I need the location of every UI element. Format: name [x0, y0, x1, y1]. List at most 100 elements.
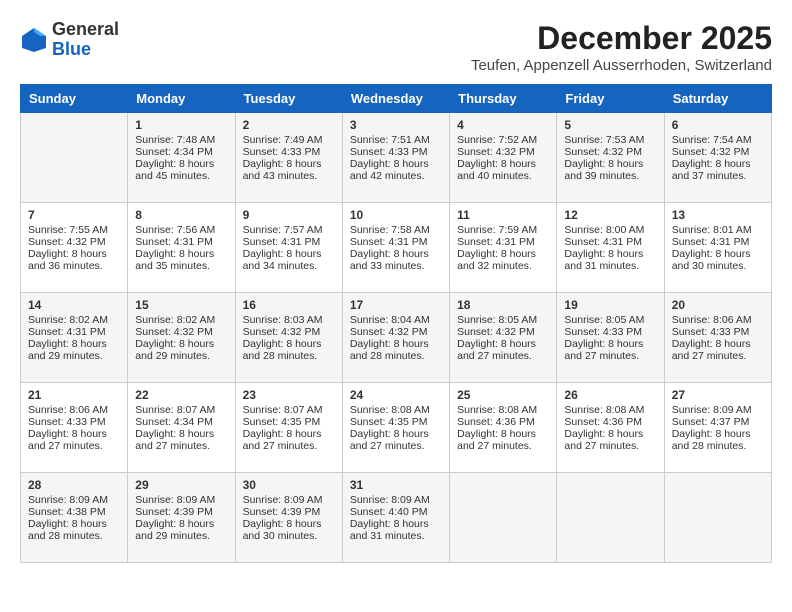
day-number: 12: [564, 208, 656, 222]
daylight-text: Daylight: 8 hours and 43 minutes.: [243, 158, 335, 182]
day-number: 26: [564, 388, 656, 402]
calendar-cell: 16Sunrise: 8:03 AMSunset: 4:32 PMDayligh…: [235, 293, 342, 383]
calendar-cell: 29Sunrise: 8:09 AMSunset: 4:39 PMDayligh…: [128, 473, 235, 563]
day-number: 21: [28, 388, 120, 402]
sunrise-text: Sunrise: 7:58 AM: [350, 224, 442, 236]
daylight-text: Daylight: 8 hours and 28 minutes.: [350, 338, 442, 362]
day-number: 2: [243, 118, 335, 132]
calendar-cell: [664, 473, 771, 563]
logo-icon: [20, 26, 48, 54]
calendar-cell: 9Sunrise: 7:57 AMSunset: 4:31 PMDaylight…: [235, 203, 342, 293]
header-day-tuesday: Tuesday: [235, 85, 342, 113]
sunset-text: Sunset: 4:31 PM: [350, 236, 442, 248]
month-title: December 2025: [471, 20, 772, 57]
sunset-text: Sunset: 4:36 PM: [564, 416, 656, 428]
sunrise-text: Sunrise: 8:06 AM: [672, 314, 764, 326]
calendar-cell: 11Sunrise: 7:59 AMSunset: 4:31 PMDayligh…: [450, 203, 557, 293]
header-day-thursday: Thursday: [450, 85, 557, 113]
daylight-text: Daylight: 8 hours and 28 minutes.: [243, 338, 335, 362]
sunrise-text: Sunrise: 7:52 AM: [457, 134, 549, 146]
calendar-cell: 20Sunrise: 8:06 AMSunset: 4:33 PMDayligh…: [664, 293, 771, 383]
day-number: 29: [135, 478, 227, 492]
day-number: 13: [672, 208, 764, 222]
sunrise-text: Sunrise: 8:09 AM: [350, 494, 442, 506]
day-number: 6: [672, 118, 764, 132]
calendar-cell: 10 Sunrise: 7:58 AMSunset: 4:31 PMDayligh…: [342, 203, 449, 293]
day-number: 27: [672, 388, 764, 402]
day-number: 15: [135, 298, 227, 312]
sunset-text: Sunset: 4:31 PM: [135, 236, 227, 248]
sunset-text: Sunset: 4:32 PM: [243, 326, 335, 338]
sunset-text: Sunset: 4:36 PM: [457, 416, 549, 428]
sunset-text: Sunset: 4:39 PM: [135, 506, 227, 518]
calendar-cell: 1Sunrise: 7:48 AMSunset: 4:34 PMDaylight…: [128, 113, 235, 203]
daylight-text: Daylight: 8 hours and 27 minutes.: [457, 338, 549, 362]
day-number: 17: [350, 298, 442, 312]
sunrise-text: Sunrise: 8:07 AM: [135, 404, 227, 416]
daylight-text: Daylight: 8 hours and 27 minutes.: [350, 428, 442, 452]
daylight-text: Daylight: 8 hours and 33 minutes.: [350, 248, 442, 272]
day-number: 23: [243, 388, 335, 402]
sunrise-text: Sunrise: 7:51 AM: [350, 134, 442, 146]
daylight-text: Daylight: 8 hours and 40 minutes.: [457, 158, 549, 182]
daylight-text: Daylight: 8 hours and 27 minutes.: [457, 428, 549, 452]
day-number: 10: [350, 208, 442, 222]
day-number: 1: [135, 118, 227, 132]
day-number: 9: [243, 208, 335, 222]
calendar-week-1: 1Sunrise: 7:48 AMSunset: 4:34 PMDaylight…: [21, 113, 772, 203]
day-number: 28: [28, 478, 120, 492]
calendar-cell: 5Sunrise: 7:53 AMSunset: 4:32 PMDaylight…: [557, 113, 664, 203]
calendar-cell: 30Sunrise: 8:09 AMSunset: 4:39 PMDayligh…: [235, 473, 342, 563]
calendar-week-2: 7Sunrise: 7:55 AMSunset: 4:32 PMDaylight…: [21, 203, 772, 293]
calendar-cell: 26Sunrise: 8:08 AMSunset: 4:36 PMDayligh…: [557, 383, 664, 473]
calendar-cell: 4Sunrise: 7:52 AMSunset: 4:32 PMDaylight…: [450, 113, 557, 203]
calendar-cell: 22Sunrise: 8:07 AMSunset: 4:34 PMDayligh…: [128, 383, 235, 473]
sunrise-text: Sunrise: 7:55 AM: [28, 224, 120, 236]
title-block: December 2025 Teufen, Appenzell Ausserrh…: [471, 20, 772, 74]
sunset-text: Sunset: 4:35 PM: [243, 416, 335, 428]
sunrise-text: Sunrise: 8:05 AM: [457, 314, 549, 326]
calendar-cell: 24Sunrise: 8:08 AMSunset: 4:35 PMDayligh…: [342, 383, 449, 473]
calendar-header-row: SundayMondayTuesdayWednesdayThursdayFrid…: [21, 85, 772, 113]
calendar-cell: 18Sunrise: 8:05 AMSunset: 4:32 PMDayligh…: [450, 293, 557, 383]
calendar-cell: 17Sunrise: 8:04 AMSunset: 4:32 PMDayligh…: [342, 293, 449, 383]
calendar-cell: [450, 473, 557, 563]
day-number: 16: [243, 298, 335, 312]
day-number: 24: [350, 388, 442, 402]
sunrise-text: Sunrise: 7:57 AM: [243, 224, 335, 236]
day-number: 11: [457, 208, 549, 222]
sunset-text: Sunset: 4:31 PM: [457, 236, 549, 248]
sunrise-text: Sunrise: 8:02 AM: [135, 314, 227, 326]
day-number: 31: [350, 478, 442, 492]
calendar-cell: 6Sunrise: 7:54 AMSunset: 4:32 PMDaylight…: [664, 113, 771, 203]
daylight-text: Daylight: 8 hours and 28 minutes.: [672, 428, 764, 452]
daylight-text: Daylight: 8 hours and 45 minutes.: [135, 158, 227, 182]
daylight-text: Daylight: 8 hours and 27 minutes.: [564, 338, 656, 362]
logo-blue-text: Blue: [52, 39, 91, 59]
calendar-cell: 3Sunrise: 7:51 AMSunset: 4:33 PMDaylight…: [342, 113, 449, 203]
sunset-text: Sunset: 4:32 PM: [28, 236, 120, 248]
calendar-week-4: 21Sunrise: 8:06 AMSunset: 4:33 PMDayligh…: [21, 383, 772, 473]
header-day-saturday: Saturday: [664, 85, 771, 113]
sunset-text: Sunset: 4:34 PM: [135, 146, 227, 158]
calendar-cell: 7 Sunrise: 7:55 AMSunset: 4:32 PMDaylight…: [21, 203, 128, 293]
day-number: 30: [243, 478, 335, 492]
sunset-text: Sunset: 4:31 PM: [243, 236, 335, 248]
daylight-text: Daylight: 8 hours and 39 minutes.: [564, 158, 656, 182]
daylight-text: Daylight: 8 hours and 30 minutes.: [243, 518, 335, 542]
calendar-week-3: 14Sunrise: 8:02 AMSunset: 4:31 PMDayligh…: [21, 293, 772, 383]
daylight-text: Daylight: 8 hours and 29 minutes.: [135, 338, 227, 362]
logo-general-text: General: [52, 19, 119, 39]
sunrise-text: Sunrise: 7:53 AM: [564, 134, 656, 146]
day-number: 7: [28, 208, 120, 222]
sunrise-text: Sunrise: 7:49 AM: [243, 134, 335, 146]
daylight-text: Daylight: 8 hours and 36 minutes.: [28, 248, 120, 272]
sunset-text: Sunset: 4:32 PM: [672, 146, 764, 158]
calendar-cell: 28Sunrise: 8:09 AMSunset: 4:38 PMDayligh…: [21, 473, 128, 563]
sunset-text: Sunset: 4:33 PM: [672, 326, 764, 338]
calendar-cell: [557, 473, 664, 563]
sunset-text: Sunset: 4:31 PM: [28, 326, 120, 338]
header-day-sunday: Sunday: [21, 85, 128, 113]
sunrise-text: Sunrise: 8:08 AM: [564, 404, 656, 416]
sunset-text: Sunset: 4:32 PM: [350, 326, 442, 338]
